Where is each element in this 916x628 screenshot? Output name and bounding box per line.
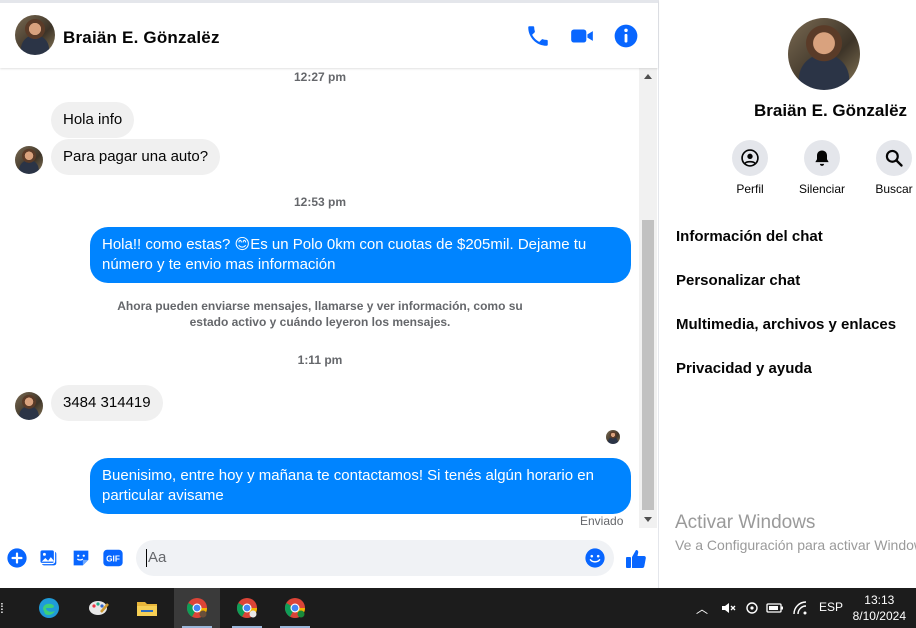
gif-label: GIF (106, 555, 120, 564)
taskbar-app-chrome[interactable] (174, 588, 220, 628)
panel-divider (658, 0, 659, 588)
clock-date: 8/10/2024 (852, 609, 906, 623)
message-input[interactable]: Aa (136, 540, 614, 576)
chrome-icon (186, 598, 208, 618)
profile-action[interactable]: Perfil (710, 140, 790, 196)
scroll-down-arrow-icon[interactable] (644, 517, 652, 522)
photo-icon[interactable] (38, 547, 60, 569)
profile-avatar-large[interactable] (788, 18, 860, 90)
webcam-icon[interactable] (744, 600, 760, 616)
taskbar-app-chrome-profile-t[interactable] (272, 588, 318, 628)
message-in[interactable]: 3484 314419 (51, 385, 163, 421)
mute-action[interactable]: Silenciar (782, 140, 862, 196)
language-indicator[interactable]: ESP (819, 600, 843, 614)
contact-avatar[interactable] (15, 15, 55, 55)
wifi-icon[interactable] (792, 600, 808, 616)
search-action-label: Buscar (875, 182, 913, 196)
menu-media-files-links[interactable]: Multimedia, archivos y enlaces (676, 316, 896, 333)
activate-windows-subtitle: Ve a Configuración para activar Windows. (675, 537, 916, 553)
contact-avatar-small[interactable] (15, 146, 43, 174)
taskbar-app-edge[interactable] (26, 588, 72, 628)
search-action[interactable]: Buscar (854, 140, 916, 196)
timestamp: 12:53 pm (293, 195, 347, 209)
windows-taskbar: ⁞ ︿ ESP 13:13 8/10/2024 (0, 588, 916, 628)
message-in[interactable]: Hola info (51, 102, 135, 138)
taskbar-app-chrome-profile[interactable] (224, 588, 270, 628)
taskbar-app-paint[interactable] (76, 588, 122, 628)
mute-volume-icon[interactable] (720, 600, 736, 616)
menu-chat-info[interactable]: Información del chat (676, 228, 823, 245)
seen-indicator-avatar (606, 430, 620, 444)
chrome-profile-t-icon (284, 598, 306, 618)
bell-icon (815, 150, 829, 166)
search-icon (885, 149, 903, 167)
contact-avatar-small[interactable] (15, 392, 43, 420)
activate-windows-title: Activar Windows (675, 512, 816, 533)
profile-name: Braiän E. Gönzalëz (754, 101, 908, 120)
paint-icon (89, 601, 109, 615)
message-out[interactable]: Buenisimo, entre hoy y mañana te contact… (90, 458, 631, 514)
chat-header: Braiän E. Gönzalëz (0, 0, 658, 68)
profile-action-label: Perfil (736, 182, 764, 196)
timestamp: 12:27 pm (293, 70, 347, 84)
chevron-up-icon[interactable]: ︿ (696, 600, 708, 617)
clock-time: 13:13 (864, 593, 895, 607)
message-out[interactable]: Hola!! como estas? 😊Es un Polo 0km con c… (90, 227, 631, 283)
task-view-icon[interactable]: ⁞ (0, 600, 4, 616)
sticker-icon[interactable] (70, 547, 92, 569)
video-camera-icon[interactable] (569, 23, 595, 49)
info-icon[interactable] (613, 23, 639, 49)
file-explorer-icon (137, 602, 157, 616)
chat-scrollbar[interactable] (639, 68, 657, 528)
timestamp: 1:11 pm (297, 353, 343, 367)
edge-icon (39, 598, 59, 618)
taskbar-app-explorer[interactable] (124, 588, 170, 628)
message-composer: GIF Aa (0, 536, 658, 580)
gif-icon[interactable]: GIF (102, 547, 124, 569)
battery-icon[interactable] (766, 600, 784, 616)
mute-action-label: Silenciar (798, 182, 846, 196)
chrome-profile-icon (236, 598, 258, 618)
privacy-notice: Ahora pueden enviarse mensajes, llamarse… (117, 299, 523, 329)
plus-icon[interactable] (6, 547, 28, 569)
thumbs-up-icon[interactable] (624, 547, 648, 571)
scroll-up-arrow-icon[interactable] (644, 74, 652, 79)
message-input-placeholder: Aa (148, 549, 167, 566)
message-in[interactable]: Para pagar una auto? (51, 139, 221, 175)
emoji-icon[interactable] (584, 547, 606, 569)
profile-icon (741, 149, 759, 167)
phone-icon[interactable] (525, 23, 551, 49)
system-clock[interactable]: 13:13 8/10/2024 (853, 592, 906, 624)
menu-customize-chat[interactable]: Personalizar chat (676, 272, 800, 289)
scroll-thumb[interactable] (642, 220, 654, 510)
menu-privacy-help[interactable]: Privacidad y ayuda (676, 360, 812, 377)
messenger-window: Braiän E. Gönzalëz 12:27 pm Hola info Pa… (0, 0, 916, 628)
text-cursor (146, 549, 147, 567)
contact-name[interactable]: Braiän E. Gönzalëz (63, 28, 220, 48)
delivery-status: Enviado (580, 514, 624, 528)
